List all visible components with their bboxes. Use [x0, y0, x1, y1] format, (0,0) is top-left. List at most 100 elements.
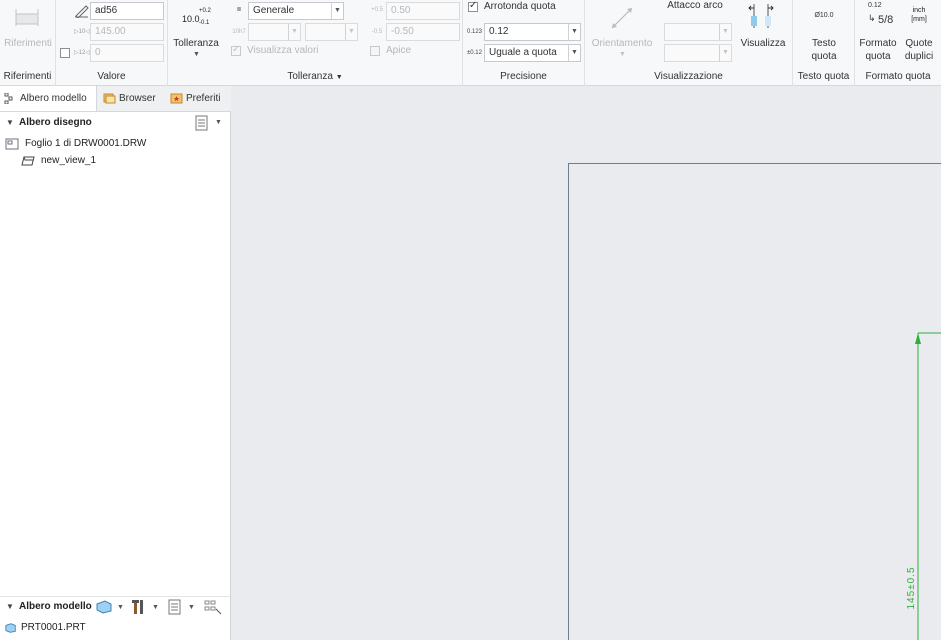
nominal-value-input[interactable]: 145.00	[90, 23, 164, 41]
tolerance-decimals-icon: ±0.12	[467, 50, 482, 56]
chevron-down-icon: ▼	[288, 24, 300, 40]
dimension-text[interactable]: 145±0.5	[906, 563, 920, 613]
drawing-canvas[interactable]: 145±0.5	[232, 86, 941, 640]
testo-quota-button[interactable]: Ø10.0 Testo quota	[795, 2, 853, 62]
chevron-down-icon: ▼	[568, 24, 580, 40]
quote-duplici-button[interactable]: inch [mm] Quote duplici	[899, 2, 939, 62]
model-tree-settings-icon[interactable]	[167, 599, 183, 615]
orientation-icon	[611, 7, 633, 29]
tolerance-decimals-select[interactable]: Uguale a quota ▼	[484, 44, 581, 62]
dimension-name-icon	[75, 5, 89, 18]
model-tree-icon	[4, 93, 13, 104]
show-values-label: Visualizza valori	[247, 45, 319, 56]
riferimenti-button-label: Riferimenti	[4, 38, 52, 49]
model-tree-title: Albero modello	[19, 601, 92, 612]
tab-albero-modello-label: Albero modello	[20, 93, 87, 104]
tools-icon[interactable]	[131, 599, 147, 615]
group-label-precisione: Precisione	[500, 71, 547, 82]
quote-duplici-label-line2: duplici	[904, 51, 934, 62]
filter-icon[interactable]	[204, 599, 222, 615]
tab-browser[interactable]: Browser	[99, 86, 163, 111]
tree-item-part[interactable]: PRT0001.PRT	[5, 621, 86, 635]
orientamento-dropdown-arrow[interactable]: ▼	[619, 51, 626, 58]
override-value-input[interactable]: 0	[90, 44, 164, 62]
favorites-icon	[170, 93, 183, 104]
model-display-dropdown-arrow[interactable]: ▼	[117, 604, 124, 611]
arc-attach-secondary-select[interactable]: ▼	[664, 44, 732, 62]
orientamento-button[interactable]: Orientamento ▼	[587, 2, 657, 62]
drawing-tree-title: Albero disegno	[19, 117, 92, 128]
tree-item-view-label: new_view_1	[41, 155, 97, 166]
tab-preferiti[interactable]: Preferiti	[166, 86, 231, 111]
tab-browser-label: Browser	[119, 93, 156, 104]
apice-checkbox[interactable]	[370, 46, 380, 56]
override-value-checkbox[interactable]	[60, 48, 70, 58]
ribbon: Riferimenti Riferimenti ad56 ▷10◁ 145.00…	[0, 0, 941, 86]
tools-dropdown-arrow[interactable]: ▼	[152, 604, 159, 611]
model-tree-header[interactable]: ▼ Albero modello	[0, 597, 92, 617]
tab-preferiti-label: Preferiti	[186, 93, 221, 104]
tree-item-sheet[interactable]: Foglio 1 di DRW0001.DRW	[5, 137, 146, 151]
format-icon-main: 5/8	[878, 14, 894, 26]
attacco-arco-label: Attacco arco	[667, 0, 723, 11]
tolerance-type-icon: ≣	[236, 7, 242, 13]
group-label-tolleranza-text: Tolleranza	[287, 71, 333, 82]
dimension-text-icon: Ø10.0	[814, 12, 834, 19]
chevron-down-icon: ▼	[345, 24, 357, 40]
round-dimension-label: Arrotonda quota	[484, 1, 556, 12]
upper-tolerance-icon: +0.5	[371, 7, 383, 13]
group-visualizzazione: Orientamento ▼ Attacco arco ▼ ▼ Visualiz…	[585, 0, 793, 86]
tolerance-class-select[interactable]: ▼	[305, 23, 358, 41]
dual-icon-top: inch	[912, 7, 926, 14]
tolerance-decimals-value: Uguale a quota	[489, 47, 557, 58]
nominal-value-icon: ▷10◁	[74, 29, 90, 35]
dimension-name-input[interactable]: ad56	[90, 2, 164, 20]
tab-albero-modello[interactable]: Albero modello	[0, 86, 97, 111]
group-label-tolleranza[interactable]: Tolleranza ▼	[168, 71, 462, 82]
format-icon-top: 0.12	[868, 2, 882, 9]
upper-tolerance-input[interactable]: 0.50	[386, 2, 460, 20]
chevron-down-icon: ▼	[719, 45, 731, 61]
tree-settings-dropdown-arrow[interactable]: ▼	[215, 119, 222, 126]
chevron-down-icon: ▼	[568, 45, 580, 61]
decimals-icon: 0.123	[467, 29, 483, 35]
decimals-value: 0.12	[489, 26, 509, 37]
decimals-select[interactable]: 0.12 ▼	[484, 23, 581, 41]
group-label-testo-quota: Testo quota	[797, 71, 850, 82]
tolerance-table-icon: 10h7	[232, 29, 246, 35]
group-label-formato-quota: Formato quota	[865, 71, 931, 82]
model-display-icon[interactable]	[96, 600, 112, 614]
tolleranza-dropdown-arrow[interactable]: ▼	[193, 51, 200, 58]
dimension-format-icon: 0.12 ↳ 5/8	[862, 2, 896, 32]
model-tree-settings-dropdown-arrow[interactable]: ▼	[188, 604, 195, 611]
arc-attach-select[interactable]: ▼	[664, 23, 732, 41]
group-label-visualizzazione: Visualizzazione	[654, 71, 723, 82]
testo-quota-label-line2: quota	[811, 51, 837, 62]
tolerance-type-select[interactable]: Generale ▼	[248, 2, 344, 20]
tolleranza-button-label: Tolleranza	[173, 38, 219, 49]
chevron-down-icon: ▼	[719, 24, 731, 40]
tolerance-icon-text: 10.0	[182, 14, 200, 24]
tolleranza-button[interactable]: 10.0 +0.2 -0.1 Tolleranza ▼	[170, 2, 222, 60]
collapse-triangle-icon[interactable]: ▼	[6, 113, 14, 133]
show-values-checkbox[interactable]	[231, 44, 241, 56]
chevron-down-icon: ▼	[331, 3, 343, 19]
lower-tolerance-input[interactable]: -0.50	[386, 23, 460, 41]
round-dimension-checkbox[interactable]	[468, 0, 478, 12]
tree-item-view[interactable]: new_view_1	[21, 154, 96, 168]
collapse-triangle-icon[interactable]: ▼	[6, 597, 14, 617]
group-precisione: Arrotonda quota 0.123 0.12 ▼ ±0.12 Ugual…	[463, 0, 585, 86]
lower-tolerance-icon: -0.5	[371, 29, 383, 35]
sheet-icon	[5, 138, 19, 150]
part-icon	[5, 623, 16, 633]
formato-quota-button[interactable]: 0.12 ↳ 5/8 Formato quota	[857, 2, 899, 62]
tolerance-table-select[interactable]: ▼	[248, 23, 301, 41]
formato-quota-label-line2: quota	[865, 51, 891, 62]
tree-settings-icon[interactable]	[194, 115, 210, 131]
visualizza-button[interactable]: Visualizza	[737, 2, 789, 52]
tolerance-icon-sup: +0.2	[199, 8, 211, 14]
display-icon	[748, 4, 774, 28]
riferimenti-button[interactable]: Riferimenti	[2, 2, 54, 58]
tolerance-type-value: Generale	[253, 5, 295, 16]
navigator-tabs: Albero modello Browser Preferiti	[0, 86, 231, 112]
